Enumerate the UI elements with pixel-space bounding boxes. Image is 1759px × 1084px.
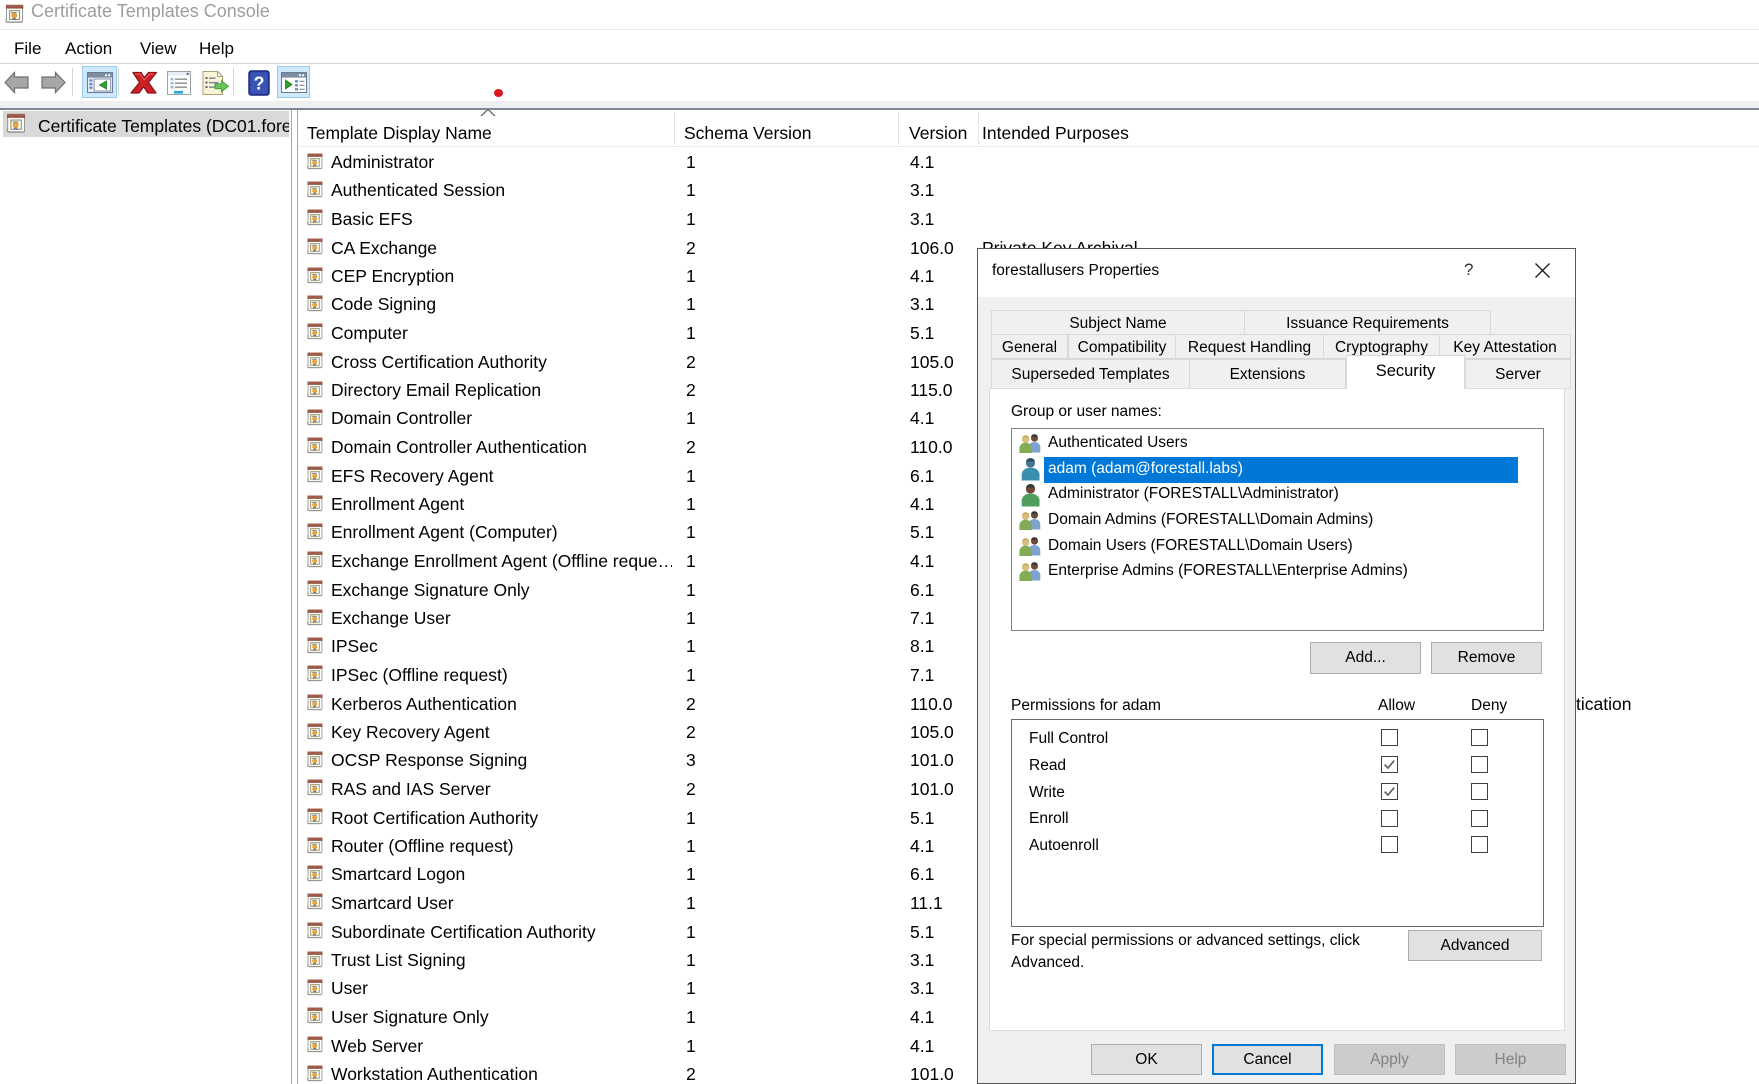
svg-text:?: ? bbox=[254, 74, 265, 94]
